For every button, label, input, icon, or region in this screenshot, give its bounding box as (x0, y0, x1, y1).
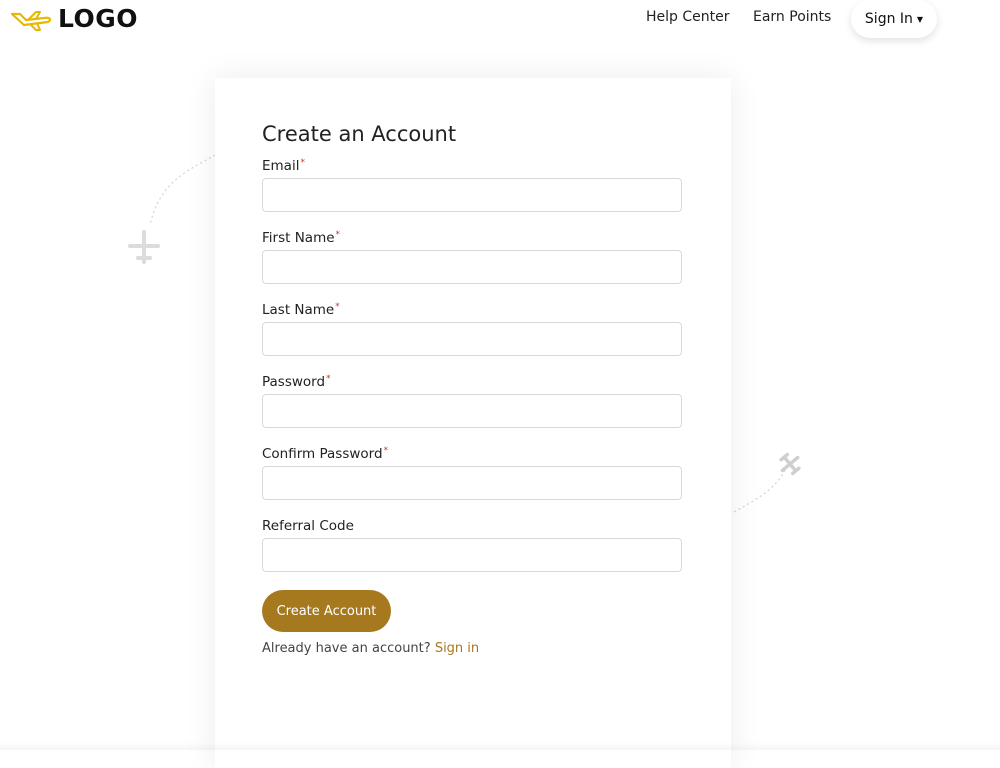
required-marker: * (335, 302, 340, 312)
logo-text: LOGO (58, 4, 139, 33)
create-account-button[interactable]: Create Account (262, 590, 391, 632)
logo[interactable]: LOGO (10, 4, 138, 33)
email-label: Email* (262, 158, 305, 174)
first-name-field[interactable] (262, 250, 682, 284)
confirm-password-field[interactable] (262, 466, 682, 500)
required-marker: * (383, 446, 389, 456)
email-field[interactable] (262, 178, 682, 212)
decorative-airplane-left-icon (128, 154, 216, 264)
nav-earn-points[interactable]: Earn Points (753, 9, 831, 25)
required-marker: * (326, 374, 331, 384)
password-label: Password* (262, 374, 331, 390)
header: LOGO Help Center Earn Points Sign In ▼ (0, 0, 1000, 50)
form-title: Create an Account (262, 122, 457, 146)
referral-code-field[interactable] (262, 538, 682, 572)
last-name-label: Last Name* (262, 302, 340, 318)
already-have-account-text: Already have an account? Sign in (262, 641, 479, 656)
decorative-airplane-right-icon (733, 452, 801, 513)
footer-shadow (0, 742, 1000, 750)
required-marker: * (335, 230, 341, 240)
nav-help-center[interactable]: Help Center (646, 9, 730, 25)
signup-card: Create an Account Email* First Name* Las… (215, 78, 731, 768)
sign-in-link[interactable]: Sign in (435, 641, 479, 656)
caret-down-icon: ▼ (916, 15, 924, 24)
sign-in-dropdown-button[interactable]: Sign In ▼ (851, 0, 937, 38)
airplane-icon (10, 6, 54, 32)
confirm-password-label: Confirm Password* (262, 446, 389, 462)
required-marker: * (300, 158, 305, 168)
last-name-field[interactable] (262, 322, 682, 356)
first-name-label: First Name* (262, 230, 341, 246)
password-field[interactable] (262, 394, 682, 428)
referral-code-label: Referral Code (262, 518, 354, 534)
sign-in-label: Sign In (864, 11, 913, 27)
already-text: Already have an account? (262, 641, 431, 656)
